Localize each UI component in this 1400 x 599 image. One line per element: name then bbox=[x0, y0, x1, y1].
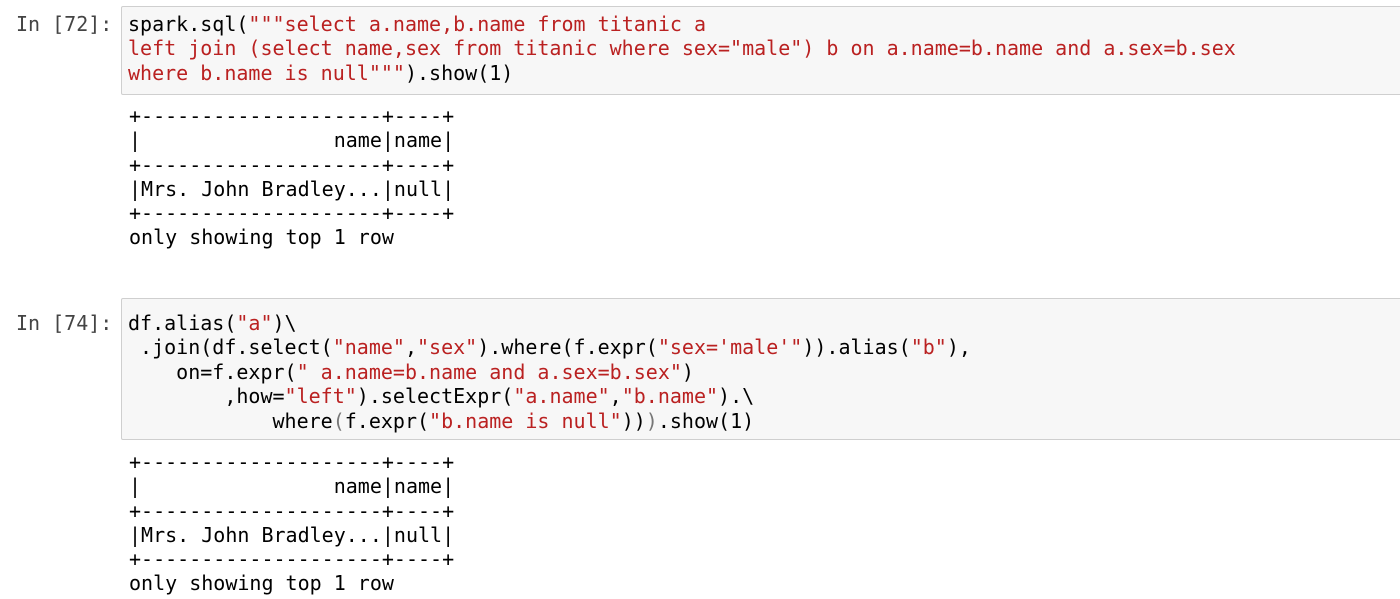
code-token: ) bbox=[645, 408, 658, 433]
output-line: +--------------------+----+ bbox=[129, 104, 455, 128]
output-line: |Mrs. John Bradley...|null| bbox=[129, 522, 455, 547]
code-token: ).where(f.expr( bbox=[477, 335, 658, 360]
code-line: ,how="left").selectExpr("a.name","b.name… bbox=[128, 384, 754, 408]
code-line: .join(df.select("name","sex").where(f.ex… bbox=[128, 335, 971, 359]
string-token: " a.name=b.name and a.sex=b.sex" bbox=[296, 359, 682, 384]
code-line: df.alias("a")\ bbox=[128, 311, 297, 335]
string-token: "b.name" bbox=[621, 384, 719, 409]
code-token: ).\ bbox=[718, 384, 755, 409]
code-line: where(f.expr("b.name is null"))).show(1) bbox=[128, 409, 754, 433]
code-editor[interactable]: df.alias("a")\ .join(df.select("name","s… bbox=[128, 311, 971, 433]
code-token: )) bbox=[621, 408, 646, 433]
input-prompt: In [74]: bbox=[16, 311, 113, 335]
code-token: f.expr( bbox=[344, 408, 430, 433]
code-token: ,how bbox=[128, 384, 273, 409]
code-token: .join(df.select( bbox=[128, 335, 333, 360]
code-token: ).selectExpr( bbox=[356, 384, 514, 409]
code-token: , bbox=[609, 384, 622, 409]
output-line: only showing top 1 row bbox=[129, 571, 394, 596]
code-token: .show(1) bbox=[657, 408, 755, 433]
cell-output: +--------------------+----+ | name|name|… bbox=[129, 450, 454, 596]
code-line: spark.sql("""select a.name,b.name from t… bbox=[128, 12, 706, 36]
output-line: only showing top 1 row bbox=[129, 225, 394, 250]
code-token: where bbox=[128, 408, 333, 433]
string-token: left join (select name,sex from titanic … bbox=[128, 36, 1236, 61]
code-editor[interactable]: spark.sql("""select a.name,b.name from t… bbox=[128, 12, 1236, 85]
code-token: f.expr( bbox=[212, 359, 297, 384]
code-line: where b.name is null""").show(1) bbox=[128, 61, 513, 85]
code-token: spark.sql( bbox=[128, 12, 249, 36]
code-token: = bbox=[200, 359, 213, 384]
string-token: "b" bbox=[910, 335, 947, 360]
string-token: where b.name is null""" bbox=[128, 60, 405, 85]
code-token: )\ bbox=[272, 311, 297, 335]
output-line: +--------------------+----+ bbox=[129, 498, 455, 523]
string-token: "a" bbox=[236, 311, 273, 335]
output-line: | name|name| bbox=[129, 474, 455, 499]
output-line: +--------------------+----+ bbox=[129, 152, 455, 177]
string-token: "a.name" bbox=[513, 384, 610, 409]
code-token: on bbox=[128, 359, 201, 384]
code-token: ).show(1) bbox=[404, 60, 514, 85]
output-line: +--------------------+----+ bbox=[129, 201, 455, 226]
string-token: "name" bbox=[332, 335, 405, 360]
output-line: +--------------------+----+ bbox=[129, 450, 455, 474]
string-token: "sex" bbox=[417, 335, 478, 360]
output-line: | name|name| bbox=[129, 128, 455, 153]
code-token: ( bbox=[332, 408, 345, 433]
string-token: "sex='male'" bbox=[657, 335, 803, 360]
output-line: +--------------------+----+ bbox=[129, 547, 455, 572]
code-token: ), bbox=[946, 335, 971, 360]
code-token: , bbox=[404, 335, 417, 360]
string-token: """select a.name,b.name from titanic a bbox=[248, 12, 706, 36]
string-token: "left" bbox=[284, 384, 357, 409]
output-line: |Mrs. John Bradley...|null| bbox=[129, 176, 455, 201]
code-token: df.alias( bbox=[128, 311, 237, 335]
cell-output: +--------------------+----+ | name|name|… bbox=[129, 104, 454, 250]
code-token: ) bbox=[681, 359, 694, 384]
code-line: on=f.expr(" a.name=b.name and a.sex=b.se… bbox=[128, 360, 694, 384]
code-token: )).alias( bbox=[802, 335, 911, 360]
string-token: "b.name is null" bbox=[429, 408, 622, 433]
code-token: = bbox=[272, 384, 285, 409]
code-line: left join (select name,sex from titanic … bbox=[128, 36, 1236, 60]
input-prompt: In [72]: bbox=[16, 12, 113, 36]
